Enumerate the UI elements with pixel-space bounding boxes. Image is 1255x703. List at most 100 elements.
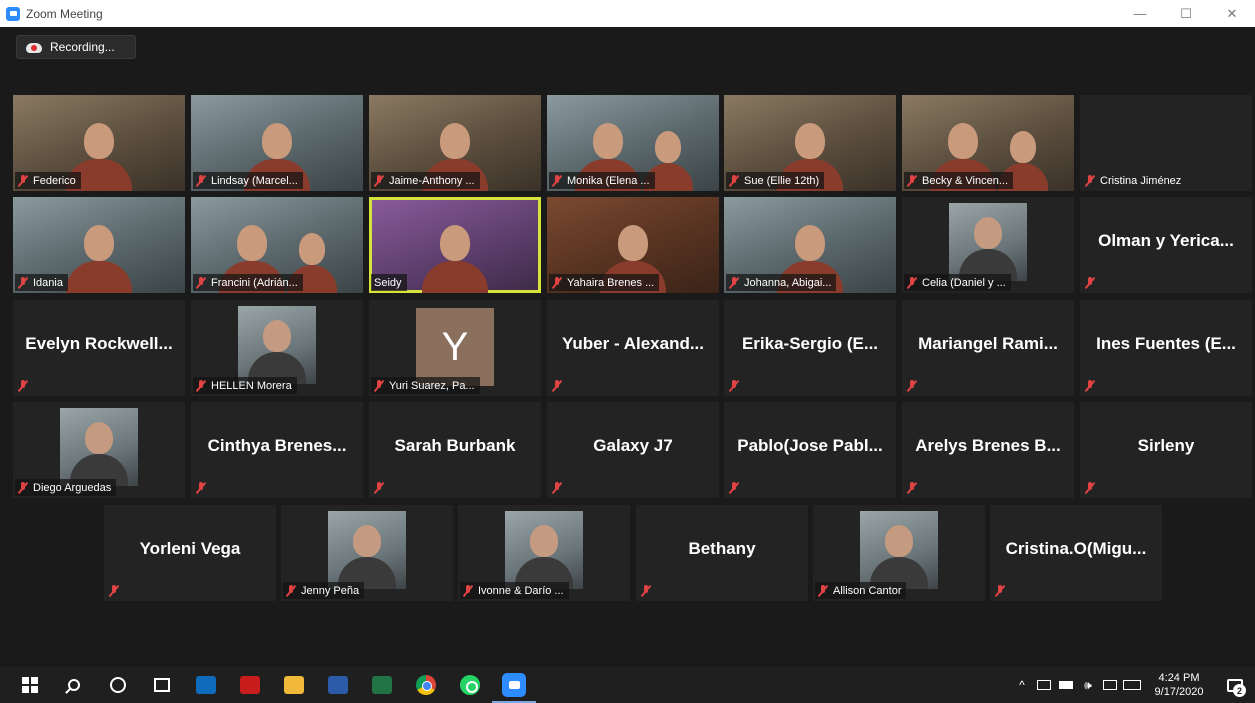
participant-tile[interactable]: Jenny Peña <box>281 505 453 601</box>
participant-tile[interactable]: Cristina.O(Migu... <box>990 505 1162 601</box>
muted-microphone-icon <box>552 481 562 494</box>
participant-display-name: Yuber - Alexand... <box>561 334 705 353</box>
participant-display-name: Ines Fuentes (E... <box>1096 334 1236 353</box>
folder-icon <box>284 676 304 694</box>
participant-name-label: Cristina Jiménez <box>1100 174 1182 187</box>
participant-profile-photo <box>505 511 583 589</box>
participant-tile[interactable]: Federico <box>13 95 185 191</box>
participant-nameplate: Allison Cantor <box>815 582 907 599</box>
recording-indicator[interactable]: Recording... <box>16 35 136 59</box>
participant-nameplate <box>1082 377 1105 394</box>
participant-nameplate: Lindsay (Marcel... <box>193 172 303 189</box>
window-title: Zoom Meeting <box>26 6 103 21</box>
participant-tile[interactable]: Johanna, Abigai... <box>724 197 896 293</box>
muted-microphone-icon <box>907 174 917 187</box>
participant-nameplate <box>549 377 572 394</box>
taskbar-chrome-button[interactable] <box>404 667 448 703</box>
meeting-gallery: Recording... Federico Lindsay (Marcel... J… <box>0 27 1255 667</box>
taskbar-outlook-button[interactable] <box>184 667 228 703</box>
taskbar-clock[interactable]: 4:24 PM 9/17/2020 <box>1143 671 1215 699</box>
participant-tile[interactable]: Francini (Adrián... <box>191 197 363 293</box>
participant-tile[interactable]: Sue (Ellie 12th) <box>724 95 896 191</box>
participant-tile[interactable]: Pablo(Jose Pabl... <box>724 402 896 498</box>
taskbar-word-button[interactable] <box>316 667 360 703</box>
participant-display-name: Cristina.O(Migu... <box>1005 539 1147 558</box>
taskbar-excel-button[interactable] <box>360 667 404 703</box>
participant-tile[interactable]: Idania <box>13 197 185 293</box>
muted-microphone-icon <box>196 174 206 187</box>
participant-tile[interactable]: Arelys Brenes B... <box>902 402 1074 498</box>
participant-tile[interactable]: Seidy <box>369 197 541 293</box>
participant-tile[interactable]: Yuber - Alexand... <box>547 300 719 396</box>
participant-tile[interactable]: Galaxy J7 <box>547 402 719 498</box>
participant-tile[interactable]: Olman y Yerica... <box>1080 197 1252 293</box>
participant-tile[interactable]: Yorleni Vega <box>104 505 276 601</box>
participant-tile[interactable]: Cristina Jiménez <box>1080 95 1252 191</box>
participant-tile[interactable]: Becky & Vincen... <box>902 95 1074 191</box>
participant-name-label: Jenny Peña <box>301 584 360 597</box>
participant-tile[interactable]: Erika-Sergio (E... <box>724 300 896 396</box>
battery-icon[interactable] <box>1055 667 1077 703</box>
muted-microphone-icon <box>109 584 119 597</box>
participant-tile[interactable]: Lindsay (Marcel... <box>191 95 363 191</box>
taskbar-cortana-button[interactable] <box>96 667 140 703</box>
participant-tile[interactable]: Y Yuri Suarez, Pa... <box>369 300 541 396</box>
participant-nameplate <box>549 479 572 496</box>
muted-microphone-icon <box>463 584 473 597</box>
participant-tile[interactable]: Celia (Daniel y ... <box>902 197 1074 293</box>
participant-nameplate: Francini (Adrián... <box>193 274 303 291</box>
participant-name-label: Monika (Elena ... <box>567 174 650 187</box>
muted-microphone-icon <box>1085 276 1095 289</box>
participant-tile[interactable]: HELLEN Morera <box>191 300 363 396</box>
participant-tile[interactable]: Bethany <box>636 505 808 601</box>
participant-display-name: Sarah Burbank <box>394 436 516 455</box>
taskbar-start-button[interactable] <box>8 667 52 703</box>
participant-nameplate: Becky & Vincen... <box>904 172 1014 189</box>
participant-nameplate: Diego Arguedas <box>15 479 117 496</box>
muted-microphone-icon <box>1085 174 1095 187</box>
participant-tile[interactable]: Ines Fuentes (E... <box>1080 300 1252 396</box>
participant-tile[interactable]: Sirleny <box>1080 402 1252 498</box>
muted-microphone-icon <box>374 379 384 392</box>
participant-tile[interactable]: Ivonne & Darío ... <box>458 505 630 601</box>
taskbar-search-button[interactable] <box>52 667 96 703</box>
participant-tile[interactable]: Diego Arguedas <box>13 402 185 498</box>
participant-name-label: Allison Cantor <box>833 584 902 597</box>
participant-name-label: Becky & Vincen... <box>922 174 1009 187</box>
close-button[interactable]: ✕ <box>1209 0 1255 27</box>
participant-nameplate: Seidy <box>371 274 407 291</box>
zoom-logo-icon <box>6 6 20 21</box>
participant-tile[interactable]: Sarah Burbank <box>369 402 541 498</box>
participant-name-label: Celia (Daniel y ... <box>922 276 1006 289</box>
participant-name-label: Lindsay (Marcel... <box>211 174 298 187</box>
participant-name-label: Seidy <box>374 276 402 289</box>
action-center-button[interactable]: 2 <box>1215 667 1255 703</box>
taskbar-task-view-button[interactable] <box>140 667 184 703</box>
participant-tile[interactable]: Mariangel Rami... <box>902 300 1074 396</box>
participant-name-label: Idania <box>33 276 63 289</box>
participant-tile[interactable]: Monika (Elena ... <box>547 95 719 191</box>
network-icon[interactable] <box>1033 667 1055 703</box>
taskbar-file-explorer-button[interactable] <box>272 667 316 703</box>
minimize-button[interactable]: — <box>1117 0 1163 27</box>
participant-tile[interactable]: Yahaira Brenes ... <box>547 197 719 293</box>
taskbar-whatsapp-button[interactable] <box>448 667 492 703</box>
muted-microphone-icon <box>196 276 206 289</box>
taskbar-acrobat-button[interactable] <box>228 667 272 703</box>
participant-tile[interactable]: Cinthya Brenes... <box>191 402 363 498</box>
volume-icon[interactable]: 🕪 <box>1077 667 1099 703</box>
search-icon <box>68 679 80 691</box>
muted-microphone-icon <box>907 379 917 392</box>
participant-nameplate <box>193 479 216 496</box>
participant-tile[interactable]: Allison Cantor <box>813 505 985 601</box>
participant-tile[interactable]: Jaime-Anthony ... <box>369 95 541 191</box>
participant-nameplate: Cristina Jiménez <box>1082 172 1186 189</box>
input-language-icon[interactable] <box>1099 667 1121 703</box>
maximize-button[interactable]: ☐ <box>1163 0 1209 27</box>
taskbar-zoom-button[interactable] <box>492 667 536 703</box>
keyboard-icon[interactable] <box>1121 667 1143 703</box>
participant-display-name: Pablo(Jose Pabl... <box>737 436 883 455</box>
show-hidden-icons-icon[interactable]: ^ <box>1011 667 1033 703</box>
participant-nameplate: Yahaira Brenes ... <box>549 274 660 291</box>
participant-tile[interactable]: Evelyn Rockwell... <box>13 300 185 396</box>
